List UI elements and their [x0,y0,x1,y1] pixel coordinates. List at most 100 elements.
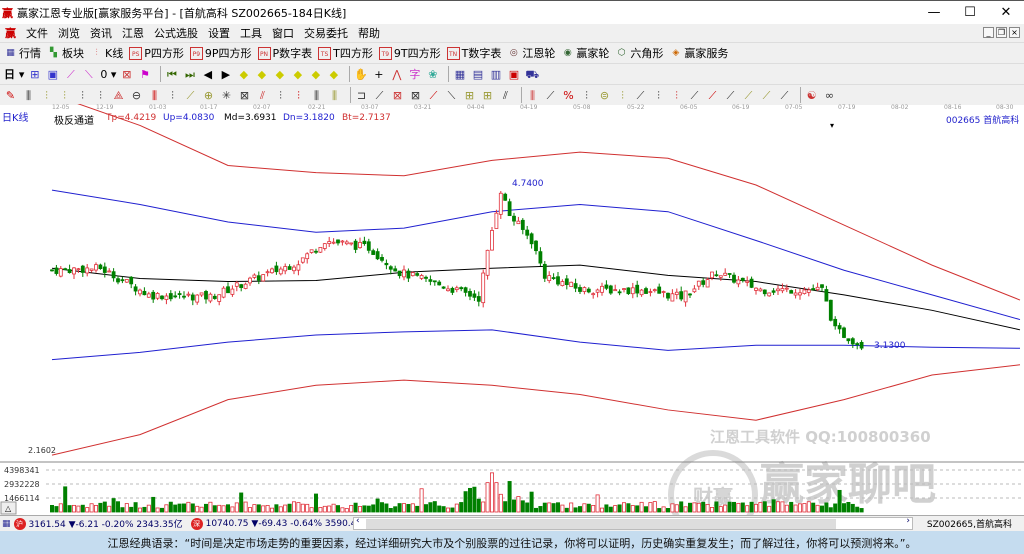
quote-list-icon[interactable]: ▦ [2,519,11,529]
shrink-icon[interactable]: ◆ [291,68,304,81]
draw-tool-36-icon[interactable]: ⟋ [634,89,647,102]
last-icon[interactable]: ⏭ [183,68,196,81]
draw-tool-11-icon[interactable]: ⊕ [202,89,215,102]
prev-icon[interactable]: ◀ [201,68,214,81]
hand-icon[interactable]: ✋ [354,68,368,81]
draw-tool-18-icon[interactable]: ⫼ [328,89,341,102]
menu-tools[interactable]: 工具 [240,25,262,41]
close-button[interactable]: ✕ [988,1,1024,23]
menu-news[interactable]: 资讯 [90,25,112,41]
mdi-restore-button[interactable]: ❐ [996,27,1007,38]
draw-tool-5-icon[interactable]: ⫶ [94,89,107,102]
draw-tool-4-icon[interactable]: ⫶ [76,89,89,102]
layout-icon[interactable]: ⊞ [28,68,41,81]
zoom-out-icon[interactable]: ◆ [255,68,268,81]
toolbar-10[interactable]: ◉ 赢家轮 [561,45,609,61]
down-icon[interactable]: ◆ [327,68,340,81]
draw-tool-13-icon[interactable]: ⊠ [238,89,251,102]
draw-tool-28-icon[interactable]: ⫽ [499,89,512,102]
toolbar-1[interactable]: ▚ 板块 [47,45,84,61]
draw-tool-22-icon[interactable]: ⊠ [391,89,404,102]
draw-tool-17-icon[interactable]: ⫼ [310,89,323,102]
draw-tool-30-icon[interactable]: ⫼ [526,89,539,102]
toolbar-8[interactable]: TN T数字表 [446,45,501,61]
line-tool-icon[interactable]: ⋀ [390,68,403,81]
draw-tool-40-icon[interactable]: ⟋ [706,89,719,102]
period-select[interactable]: 日 ▾ [4,66,24,82]
truck-icon[interactable]: ⛟ [525,68,539,81]
crosshair-icon[interactable]: + [372,68,385,81]
menu-gann[interactable]: 江恩 [122,25,144,41]
horizontal-scrollbar[interactable]: ‹ › [353,516,913,530]
draw-tool-20-icon[interactable]: ⊐ [355,89,368,102]
draw-tool-32-icon[interactable]: % [562,89,575,102]
mdi-close-button[interactable]: × [1009,27,1020,38]
menu-help[interactable]: 帮助 [358,25,380,41]
draw-tool-9-icon[interactable]: ⫶ [166,89,179,102]
draw-tool-41-icon[interactable]: ⟋ [724,89,737,102]
chart-down-icon[interactable]: ⟍ [82,68,95,81]
draw-tool-6-icon[interactable]: ⟁ [112,89,125,102]
draw-tool-46-icon[interactable]: ☯ [805,89,818,102]
draw-tool-16-icon[interactable]: ⫶ [292,89,305,102]
draw-tool-47-icon[interactable]: ∞ [823,89,836,102]
draw-tool-31-icon[interactable]: ⟋ [544,89,557,102]
calculator-icon[interactable]: ▤ [471,68,484,81]
toolbar-9[interactable]: ◎ 江恩轮 [507,45,555,61]
pattern-icon[interactable]: ❀ [426,68,439,81]
save-icon[interactable]: ▣ [507,68,520,81]
minimize-button[interactable]: — [916,1,952,23]
menu-browse[interactable]: 浏览 [58,25,80,41]
mdi-minimize-button[interactable]: _ [983,27,994,38]
toolbar-12[interactable]: ◈ 赢家服务 [669,45,728,61]
zoom-in-icon[interactable]: ◆ [237,68,250,81]
draw-tool-44-icon[interactable]: ⟋ [778,89,791,102]
chart-up-icon[interactable]: ⟋ [64,68,77,81]
maximize-button[interactable]: ☐ [952,1,988,23]
draw-tool-38-icon[interactable]: ⫶ [670,89,683,102]
draw-tool-14-icon[interactable]: ⫽ [256,89,269,102]
draw-tool-25-icon[interactable]: ⟍ [445,89,458,102]
draw-tool-7-icon[interactable]: ⊖ [130,89,143,102]
draw-tool-23-icon[interactable]: ⊠ [409,89,422,102]
first-icon[interactable]: ⏮ [165,68,178,81]
toolbar-4[interactable]: P9 9P四方形 [189,45,252,61]
draw-tool-1-icon[interactable]: ⫼ [22,89,35,102]
toolbar-3[interactable]: PS P四方形 [129,45,184,61]
flag-icon[interactable]: ⚑ [138,68,151,81]
draw-tool-12-icon[interactable]: ✳ [220,89,233,102]
up-icon[interactable]: ◆ [309,68,322,81]
calendar-icon[interactable]: ▣ [46,68,59,81]
toolbar-7[interactable]: T9 9T四方形 [378,45,441,61]
next-icon[interactable]: ▶ [219,68,232,81]
menu-settings[interactable]: 设置 [208,25,230,41]
toolbar-2[interactable]: ⫶ K线 [90,45,123,61]
zero-select[interactable]: 0 ▾ [100,68,116,81]
draw-tool-3-icon[interactable]: ⫶ [58,89,71,102]
expand-icon[interactable]: ◆ [273,68,286,81]
kline-chart[interactable]: 4.7400 3.1300 2.1602 4398341 2932228 146… [0,104,1024,515]
draw-tool-26-icon[interactable]: ⊞ [463,89,476,102]
draw-tool-24-icon[interactable]: ⟋ [427,89,440,102]
menu-trade[interactable]: 交易委托 [304,25,348,41]
draw-tool-35-icon[interactable]: ⫶ [616,89,629,102]
draw-tool-42-icon[interactable]: ⟋ [742,89,755,102]
draw-tool-10-icon[interactable]: ⟋ [184,89,197,102]
toolbar-6[interactable]: TS T四方形 [318,45,373,61]
draw-tool-43-icon[interactable]: ⟋ [760,89,773,102]
toolbar-5[interactable]: PN P数字表 [257,45,312,61]
draw-tool-15-icon[interactable]: ⫶ [274,89,287,102]
draw-tool-27-icon[interactable]: ⊞ [481,89,494,102]
draw-tool-39-icon[interactable]: ⟋ [688,89,701,102]
menu-window[interactable]: 窗口 [272,25,294,41]
text-tool-icon[interactable]: 字 [408,68,421,81]
grid-tool-icon[interactable]: ⊠ [120,68,133,81]
toolbar-0[interactable]: ▦ 行情 [4,45,41,61]
draw-tool-21-icon[interactable]: ⟋ [373,89,386,102]
notes-icon[interactable]: ▥ [489,68,502,81]
draw-tool-8-icon[interactable]: ⫼ [148,89,161,102]
date-icon[interactable]: ▦ [453,68,466,81]
draw-tool-33-icon[interactable]: ⫶ [580,89,593,102]
draw-tool-34-icon[interactable]: ⊜ [598,89,611,102]
menu-file[interactable]: 文件 [26,25,48,41]
